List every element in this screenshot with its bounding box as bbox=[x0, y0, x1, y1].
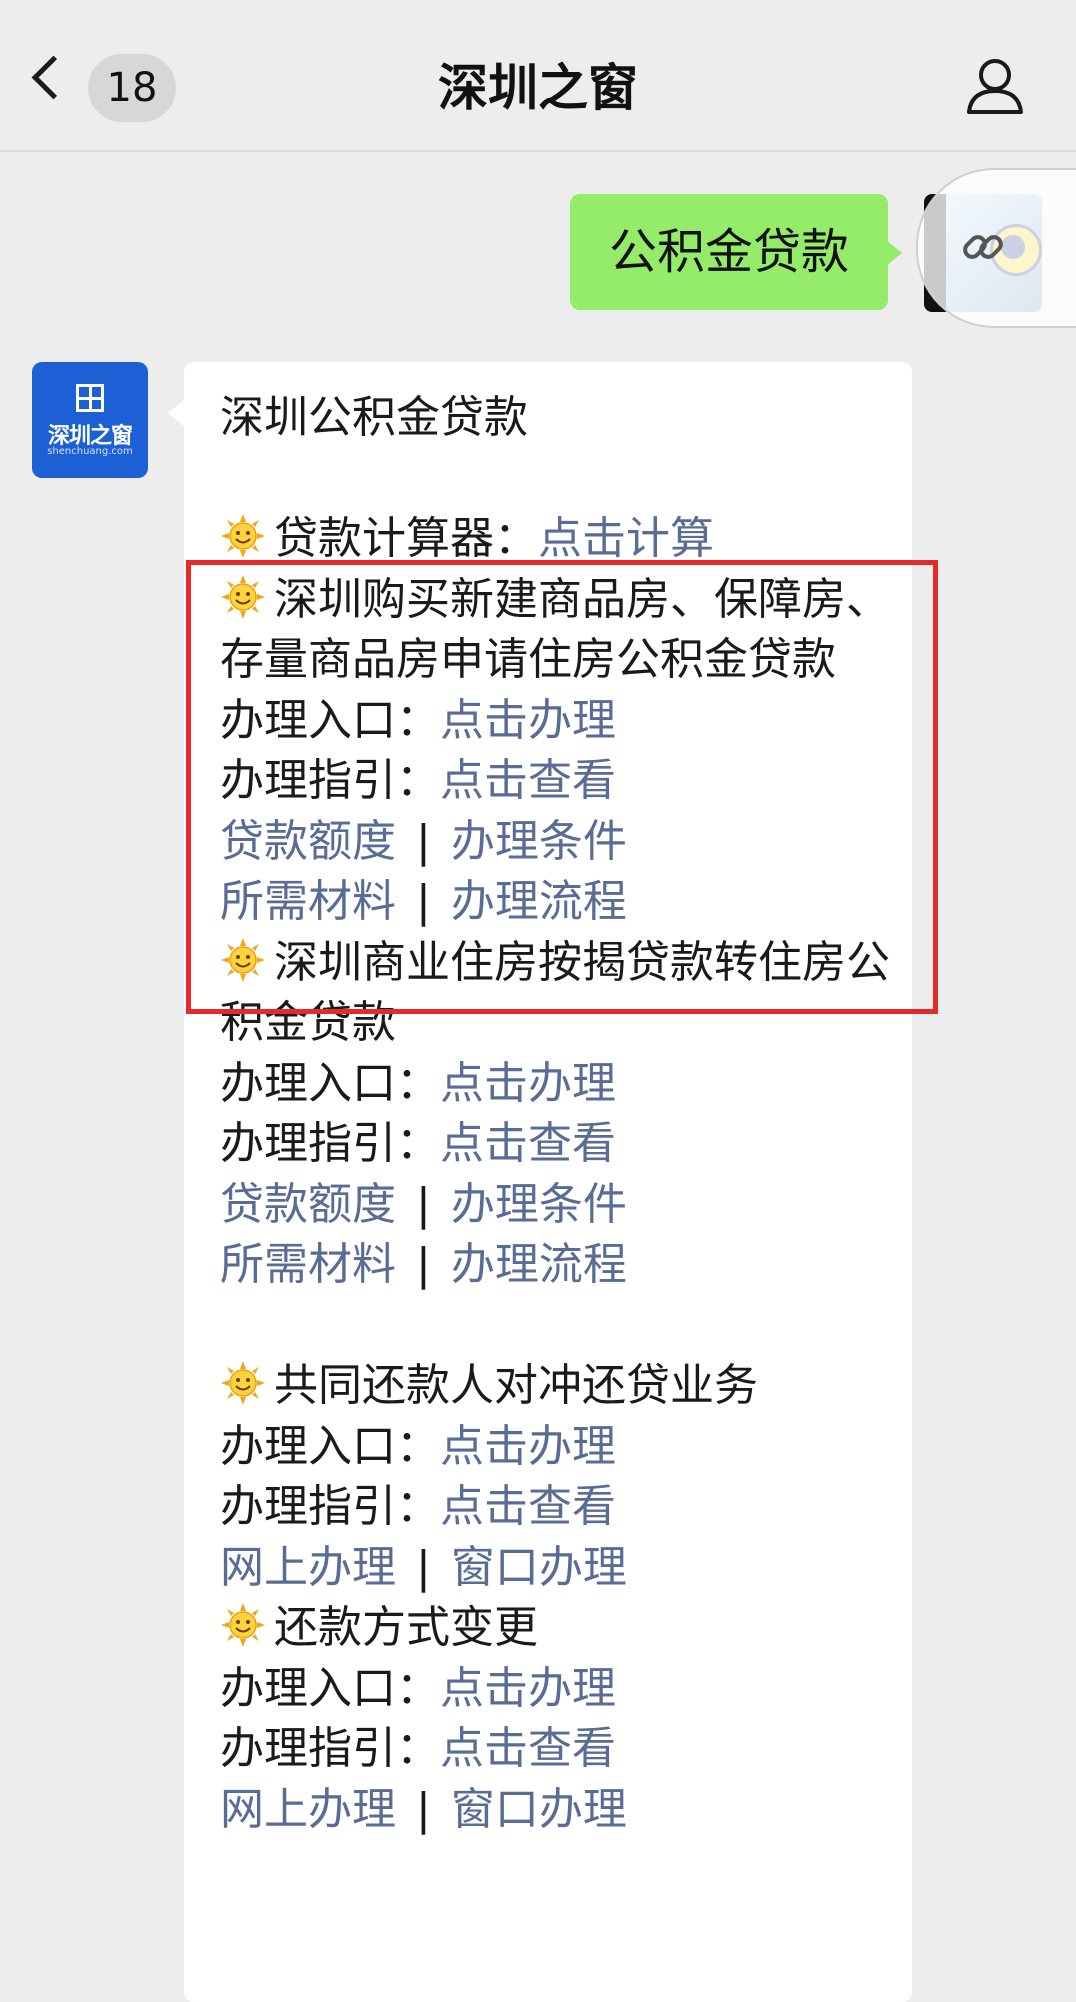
window-logo-icon bbox=[76, 384, 104, 412]
section-2-entry-row: 办理入口：点击办理 bbox=[220, 1054, 890, 1115]
highlight-annotation-box bbox=[186, 560, 938, 1014]
entry-label: 办理入口： bbox=[220, 1662, 440, 1714]
section-3-links-row: 网上办理 | 窗口办理 bbox=[220, 1538, 890, 1599]
entry-label: 办理入口： bbox=[220, 1057, 440, 1109]
section-4-entry-row: 办理入口：点击办理 bbox=[220, 1659, 890, 1720]
guide-link[interactable]: 点击查看 bbox=[440, 1118, 616, 1169]
separator: | bbox=[416, 1783, 431, 1835]
counter-link[interactable]: 窗口办理 bbox=[451, 1542, 627, 1593]
section-4-links-row: 网上办理 | 窗口办理 bbox=[220, 1780, 890, 1841]
section-2-guide-row: 办理指引：点击查看 bbox=[220, 1114, 890, 1175]
guide-link[interactable]: 点击查看 bbox=[440, 1481, 616, 1532]
separator: | bbox=[416, 1239, 431, 1290]
page-title: 深圳之窗 bbox=[438, 59, 638, 117]
online-link[interactable]: 网上办理 bbox=[220, 1784, 396, 1835]
sent-bubble-tail bbox=[886, 240, 902, 266]
link-icon bbox=[963, 235, 1003, 259]
materials-link[interactable]: 所需材料 bbox=[220, 1239, 396, 1290]
section-3-title: 共同还款人对冲还贷业务 bbox=[220, 1356, 890, 1417]
guide-link[interactable]: 点击查看 bbox=[440, 1723, 616, 1774]
guide-label: 办理指引： bbox=[220, 1723, 440, 1774]
section-title-text: 共同还款人对冲还贷业务 bbox=[274, 1360, 758, 1411]
bot-avatar-domain: shenchuang.com bbox=[47, 446, 133, 457]
sun-emoji-icon bbox=[221, 1361, 265, 1405]
section-4-title: 还款方式变更 bbox=[220, 1598, 890, 1659]
calculator-link[interactable]: 点击计算 bbox=[538, 513, 714, 564]
section-2-links-row-2: 所需材料 | 办理流程 bbox=[220, 1235, 890, 1296]
online-link[interactable]: 网上办理 bbox=[220, 1542, 396, 1593]
reply-bubble-tail bbox=[168, 400, 184, 426]
calculator-label: 贷款计算器： bbox=[274, 513, 538, 564]
counter-link[interactable]: 窗口办理 bbox=[451, 1784, 627, 1835]
section-3-guide-row: 办理指引：点击查看 bbox=[220, 1477, 890, 1538]
process-link[interactable]: 办理流程 bbox=[451, 1239, 627, 1290]
entry-link[interactable]: 点击办理 bbox=[440, 1421, 616, 1472]
top-bar: 18 深圳之窗 bbox=[0, 0, 1076, 152]
guide-label: 办理指引： bbox=[220, 1481, 440, 1532]
entry-label: 办理入口： bbox=[220, 1420, 440, 1472]
reply-heading: 深圳公积金贷款 bbox=[220, 392, 528, 443]
loan-amount-link[interactable]: 贷款额度 bbox=[220, 1179, 396, 1230]
floating-link-button[interactable] bbox=[916, 168, 1076, 328]
entry-link[interactable]: 点击办理 bbox=[440, 1663, 616, 1714]
section-4-guide-row: 办理指引：点击查看 bbox=[220, 1719, 890, 1780]
guide-label: 办理指引： bbox=[220, 1118, 440, 1169]
section-2-links-row-1: 贷款额度 | 办理条件 bbox=[220, 1175, 890, 1236]
separator: | bbox=[416, 1541, 431, 1593]
bot-avatar[interactable]: 深圳之窗 shenchuang.com bbox=[32, 362, 148, 478]
section-title-text: 还款方式变更 bbox=[274, 1602, 538, 1653]
sun-emoji-icon bbox=[221, 1603, 265, 1647]
section-3-entry-row: 办理入口：点击办理 bbox=[220, 1417, 890, 1478]
conditions-link[interactable]: 办理条件 bbox=[451, 1179, 627, 1230]
separator: | bbox=[416, 1178, 431, 1230]
entry-link[interactable]: 点击办理 bbox=[440, 1058, 616, 1109]
profile-person-icon[interactable] bbox=[965, 55, 1025, 115]
sun-emoji-icon bbox=[221, 514, 265, 558]
sent-message-bubble[interactable]: 公积金贷款 bbox=[570, 194, 888, 310]
